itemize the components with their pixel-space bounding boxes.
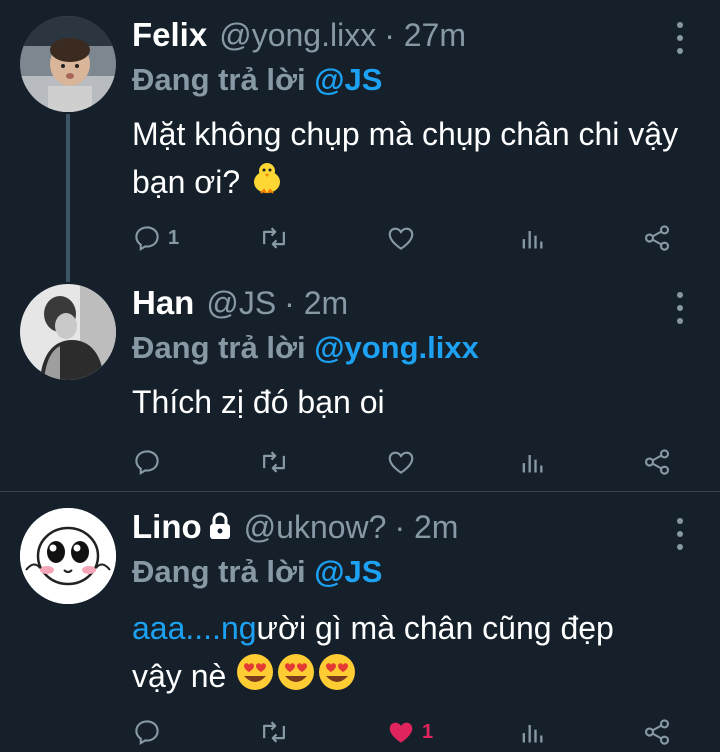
replying-prefix: Đang trả lời [132,62,315,97]
thread-line [66,114,70,282]
chick-emoji [249,160,285,209]
analytics-button[interactable] [518,712,546,752]
tweet-actions: 1 [132,218,692,258]
tweet-header: Han @JS · 2m [132,284,348,328]
heart-icon [388,227,414,250]
timestamp[interactable]: · 2m [284,285,348,322]
replying-prefix: Đang trả lời [132,554,315,589]
reply-icon [135,226,159,252]
tweet-text: aaa....người gì mà chân cũng đẹp vậy nè [132,604,702,705]
tweet-text: Thích zị đó bạn oi [132,378,702,426]
reply-icon [135,450,159,476]
replying-to: Đang trả lời @JS [132,62,382,98]
replying-prefix: Đang trả lời [132,330,315,365]
like-button[interactable] [386,442,416,482]
reply-icon [135,720,159,746]
display-name[interactable]: Felix [132,16,207,54]
user-handle[interactable]: @uknow? [244,509,387,546]
tweet-felix[interactable]: Felix @yong.lixx · 27m Đang trả lời @JS … [0,0,720,282]
user-handle[interactable]: @yong.lixx [219,17,376,54]
analytics-button[interactable] [518,442,546,482]
more-options-icon[interactable] [672,292,688,324]
like-button[interactable] [386,218,416,258]
timestamp[interactable]: · 2m [394,509,458,546]
share-icon [644,449,670,475]
share-button[interactable] [642,442,672,482]
user-handle[interactable]: @JS [206,285,276,322]
heart-icon [388,451,414,474]
like-button[interactable]: 1 [386,712,433,752]
tweet-actions: 1 [132,712,692,752]
tweet-text: Mặt không chụp mà chụp chân chi vậy bạn … [132,110,702,209]
share-button[interactable] [642,218,672,258]
display-name[interactable]: Han [132,284,194,322]
tweet-header: Felix @yong.lixx · 27m [132,16,466,60]
share-icon [644,225,670,251]
mention-link[interactable]: @JS [314,62,382,97]
tweet-han[interactable]: Han @JS · 2m Đang trả lời @yong.lixx Thí… [0,280,720,492]
more-options-icon[interactable] [672,22,688,54]
retweet-icon [263,227,285,249]
heart-filled-icon [389,722,413,743]
retweet-icon [263,721,285,743]
share-icon [644,719,670,745]
avatar[interactable] [20,508,116,604]
tweet-text-content: Mặt không chụp mà chụp chân chi vậy bạn … [132,116,679,200]
replying-to: Đang trả lời @yong.lixx [132,330,479,366]
tweet-actions [132,442,692,482]
display-name[interactable]: Lino [132,508,202,546]
tweet-text-content: ười gì mà chân cũng đẹp [256,610,614,646]
reply-count: 1 [168,226,180,249]
avatar[interactable] [20,16,116,112]
heart-eyes-emoji [235,652,357,705]
retweet-button[interactable] [258,218,290,258]
avatar[interactable] [20,284,116,380]
reply-button[interactable] [132,442,168,482]
like-count: 1 [422,720,434,743]
analytics-icon [522,455,543,473]
tweet-text-content: Thích zị đó bạn oi [132,384,385,420]
mention-link[interactable]: @JS [314,554,382,589]
mention-link[interactable]: @yong.lixx [314,330,479,365]
more-options-icon[interactable] [672,518,688,550]
tweet-text-line2: vậy nè [132,658,227,694]
analytics-button[interactable] [518,218,546,258]
retweet-button[interactable] [258,712,290,752]
reply-button[interactable]: 1 [132,218,179,258]
replying-to: Đang trả lời @JS [132,554,382,590]
analytics-icon [522,231,543,249]
retweet-icon [263,451,285,473]
text-link[interactable]: aaa....ng [132,610,257,646]
share-button[interactable] [642,712,672,752]
analytics-icon [522,725,543,743]
retweet-button[interactable] [258,442,290,482]
tweet-header: Lino @uknow? · 2m [132,508,458,552]
timestamp[interactable]: · 27m [384,17,466,54]
lock-icon [208,512,232,540]
tweet-lino[interactable]: Lino @uknow? · 2m Đang trả lời @JS aaa..… [0,492,720,751]
reply-button[interactable] [132,712,168,752]
